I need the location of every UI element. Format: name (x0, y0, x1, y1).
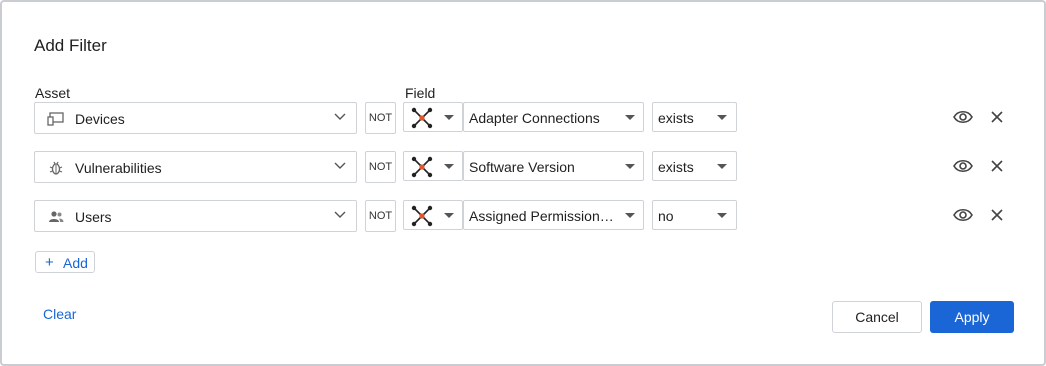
adapter-network-icon (411, 205, 433, 227)
operator-select[interactable]: exists (652, 151, 737, 181)
close-icon[interactable] (991, 111, 1003, 123)
not-toggle[interactable]: NOT (365, 102, 396, 134)
operator-select[interactable]: exists (652, 102, 737, 132)
dialog-title: Add Filter (34, 36, 107, 55)
field-select[interactable]: Software Version (463, 151, 644, 181)
caret-down-icon (444, 115, 454, 120)
eye-icon[interactable] (953, 207, 973, 223)
eye-icon[interactable] (953, 158, 973, 174)
close-icon[interactable] (991, 160, 1003, 172)
filter-row: Vulnerabilities NOT Software Version exi… (2, 151, 1044, 183)
cancel-button[interactable]: Cancel (832, 301, 922, 333)
filter-row: Users NOT Assigned Permissions… no (2, 200, 1044, 232)
chevron-down-icon (334, 113, 346, 120)
bug-icon (49, 161, 63, 175)
caret-down-icon (625, 164, 635, 169)
add-filter-dialog: Add Filter Asset Field Devices NOT Adapt… (0, 0, 1046, 366)
caret-down-icon (444, 213, 454, 218)
adapter-network-icon (411, 107, 433, 129)
asset-select[interactable]: Users (34, 200, 357, 232)
not-toggle[interactable]: NOT (365, 200, 396, 232)
field-column-label: Field (405, 85, 436, 101)
chevron-down-icon (334, 211, 346, 218)
asset-column-label: Asset (35, 85, 71, 101)
field-select[interactable]: Assigned Permissions… (463, 200, 644, 230)
adapter-select[interactable] (403, 102, 463, 132)
adapter-select[interactable] (403, 151, 463, 181)
operator-select-value: exists (658, 110, 694, 126)
field-select-value: Adapter Connections (469, 110, 600, 126)
field-select-value: Assigned Permissions… (469, 208, 619, 224)
asset-select[interactable]: Vulnerabilities (34, 151, 357, 183)
operator-select-value: exists (658, 159, 694, 175)
adapter-select[interactable] (403, 200, 463, 230)
asset-select-value: Users (75, 209, 112, 225)
adapter-network-icon (411, 156, 433, 178)
asset-select-value: Vulnerabilities (75, 160, 162, 176)
add-filter-label: Add (63, 255, 88, 271)
caret-down-icon (717, 115, 727, 120)
not-toggle[interactable]: NOT (365, 151, 396, 183)
field-select[interactable]: Adapter Connections (463, 102, 644, 132)
eye-icon[interactable] (953, 109, 973, 125)
chevron-down-icon (334, 162, 346, 169)
caret-down-icon (444, 164, 454, 169)
users-icon (49, 211, 64, 222)
caret-down-icon (625, 213, 635, 218)
field-select-value: Software Version (469, 159, 575, 175)
asset-select-value: Devices (75, 111, 125, 127)
devices-icon (47, 112, 64, 126)
caret-down-icon (717, 164, 727, 169)
plus-icon: + (45, 254, 54, 271)
asset-select[interactable]: Devices (34, 102, 357, 134)
filter-row: Devices NOT Adapter Connections exists (2, 102, 1044, 134)
caret-down-icon (625, 115, 635, 120)
apply-button[interactable]: Apply (930, 301, 1014, 333)
clear-link[interactable]: Clear (43, 306, 76, 322)
operator-select[interactable]: no (652, 200, 737, 230)
operator-select-value: no (658, 208, 674, 224)
add-filter-button[interactable]: + Add (35, 251, 95, 273)
caret-down-icon (717, 213, 727, 218)
close-icon[interactable] (991, 209, 1003, 221)
